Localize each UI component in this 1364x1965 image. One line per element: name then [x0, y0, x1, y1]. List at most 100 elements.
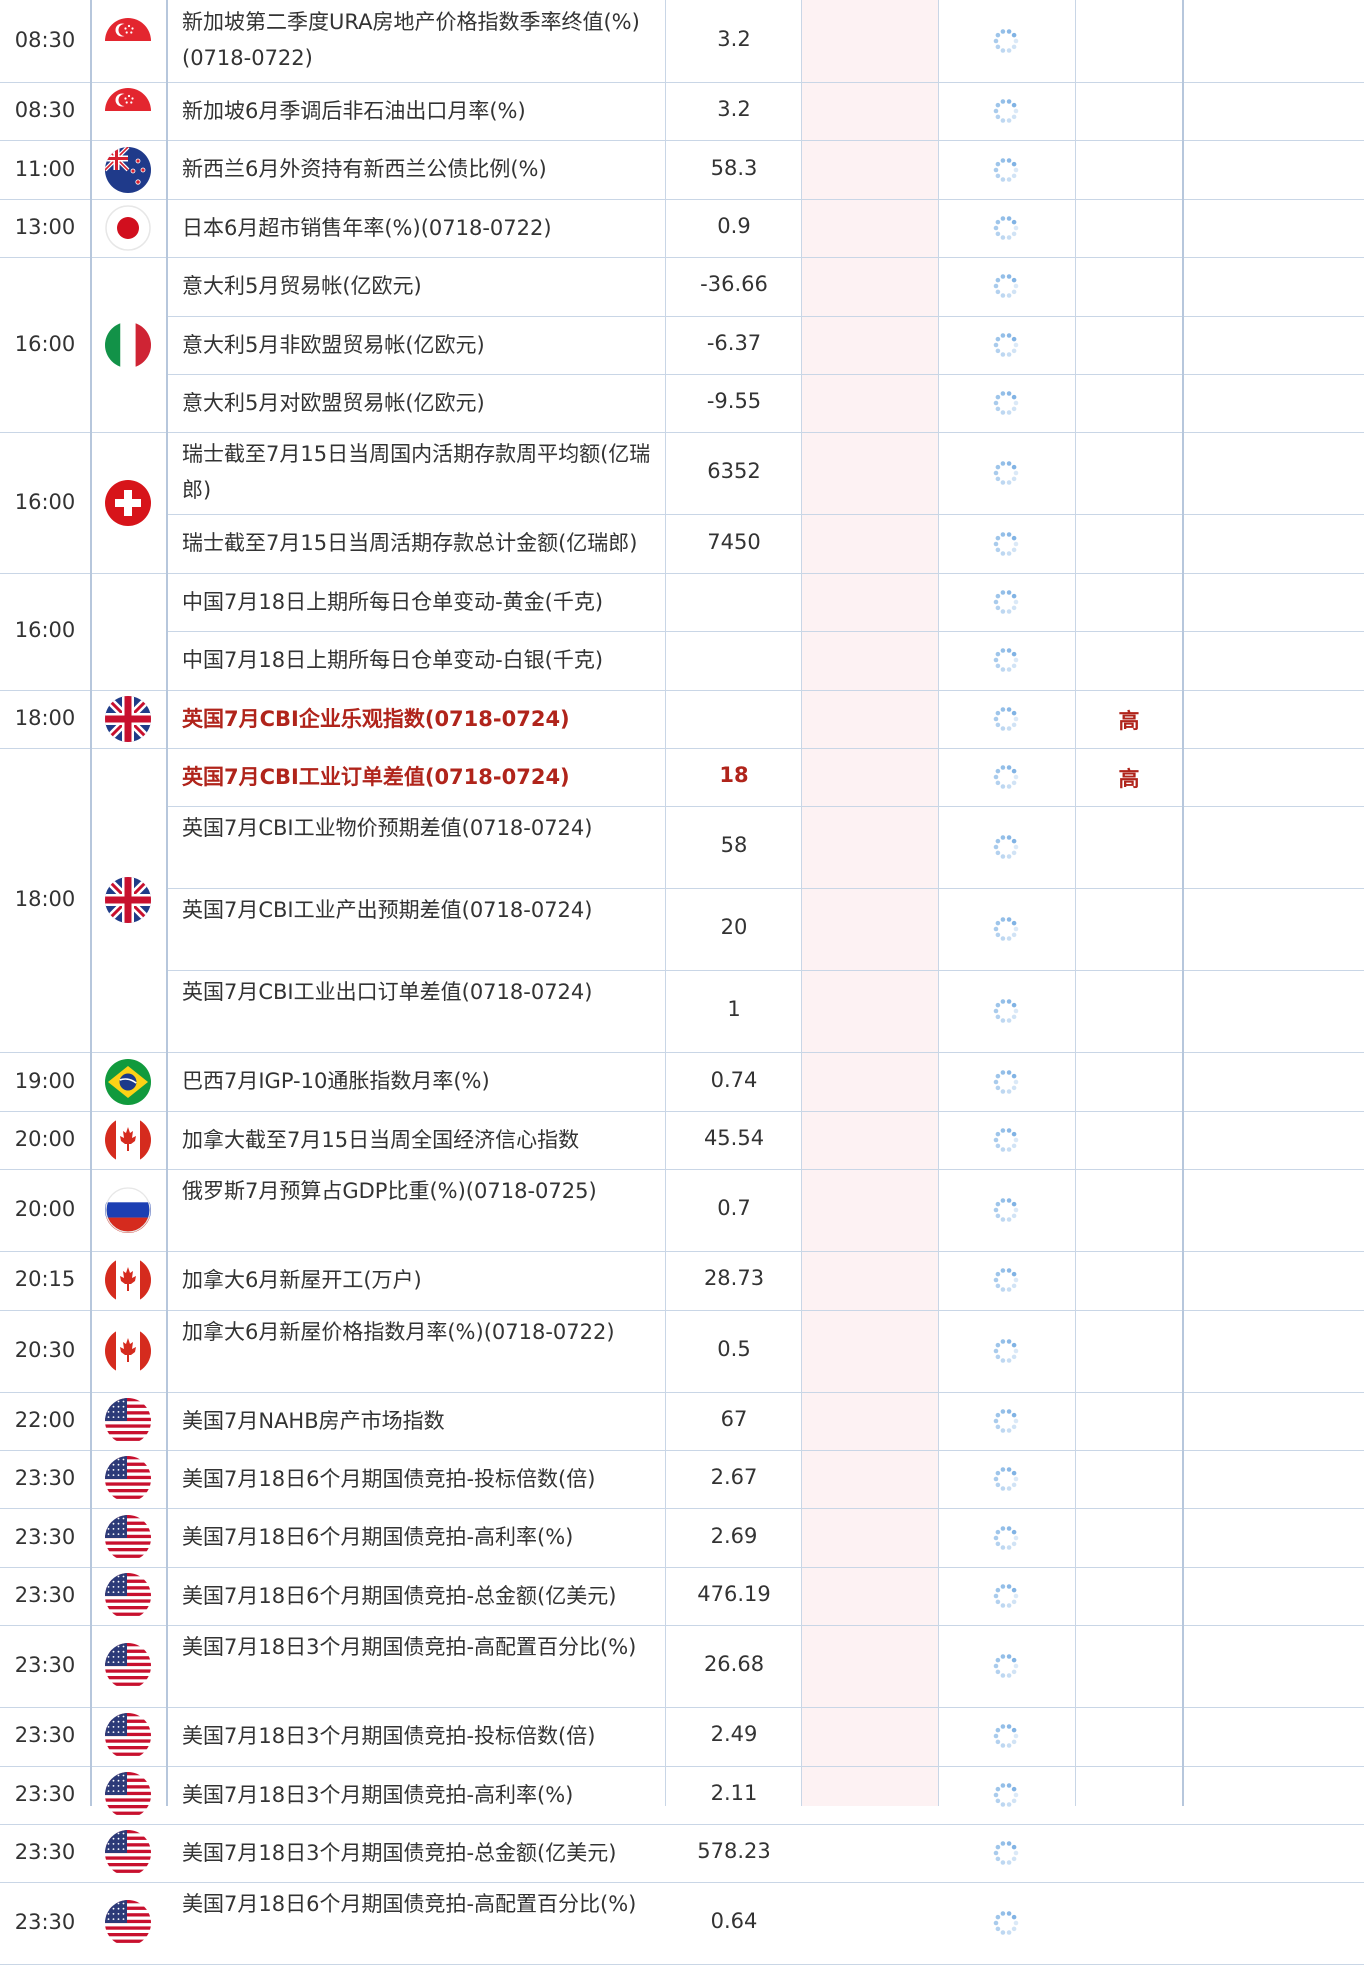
event-name[interactable]: 瑞士截至7月15日当周国内活期存款周平均额(亿瑞郎)	[182, 436, 660, 508]
event-time: 13:00	[14, 215, 76, 239]
event-name[interactable]: 中国7月18日上期所每日仓单变动-白银(千克)	[182, 642, 660, 678]
event-name[interactable]: 英国7月CBI工业物价预期差值(0718-0724)	[182, 810, 660, 846]
previous-value: 3.2	[717, 97, 751, 122]
usa-flag-icon	[105, 1643, 151, 1690]
loading-spinner-icon	[992, 156, 1020, 184]
event-name[interactable]: 美国7月NAHB房产市场指数	[182, 1403, 660, 1439]
row-divider	[166, 888, 1364, 889]
economic-calendar-table: 08:30 新加坡第二季度URA房地产价格指数季率终值(%)(0718-0722)…	[0, 0, 1364, 1965]
usa-flag-icon	[105, 1713, 151, 1760]
row-divider	[166, 806, 1364, 807]
row-divider	[0, 432, 1364, 433]
previous-value: 20	[720, 915, 748, 940]
event-name[interactable]: 美国7月18日3个月期国债竞拍-高配置百分比(%)	[182, 1629, 660, 1665]
event-name[interactable]: 美国7月18日6个月期国债竞拍-总金额(亿美元)	[182, 1578, 660, 1614]
row-divider	[166, 316, 1364, 317]
previous-value: 2.11	[710, 1780, 758, 1805]
event-time: 20:00	[14, 1197, 76, 1222]
previous-value: 3.2	[717, 27, 751, 51]
event-name[interactable]: 巴西7月IGP-10通胀指数月率(%)	[182, 1063, 660, 1099]
event-time: 20:00	[14, 1127, 76, 1151]
event-name[interactable]: 美国7月18日3个月期国债竞拍-投标倍数(倍)	[182, 1718, 660, 1754]
event-name[interactable]: 加拿大6月新屋价格指数月率(%)(0718-0722)	[182, 1314, 660, 1350]
event-time: 18:00	[14, 887, 76, 912]
event-name[interactable]: 英国7月CBI工业出口订单差值(0718-0724)	[182, 974, 660, 1010]
loading-spinner-icon	[992, 705, 1020, 733]
loading-spinner-icon	[992, 27, 1020, 55]
event-name[interactable]: 俄罗斯7月预算占GDP比重(%)(0718-0725)	[182, 1173, 660, 1209]
previous-value: 1	[727, 997, 741, 1022]
event-name[interactable]: 加拿大6月新屋开工(万户)	[182, 1262, 660, 1298]
previous-value: 18	[719, 763, 749, 788]
event-name[interactable]: 中国7月18日上期所每日仓单变动-黄金(千克)	[182, 584, 660, 620]
row-divider	[0, 1824, 1364, 1825]
event-name[interactable]: 意大利5月贸易帐(亿欧元)	[182, 268, 660, 304]
event-name[interactable]: 美国7月18日6个月期国债竞拍-投标倍数(倍)	[182, 1461, 660, 1497]
loading-spinner-icon	[992, 763, 1020, 791]
row-divider	[0, 748, 1364, 749]
switzerland-flag-icon	[105, 479, 151, 526]
event-name[interactable]: 意大利5月对欧盟贸易帐(亿欧元)	[182, 385, 660, 421]
row-divider	[166, 514, 1364, 515]
event-name[interactable]: 美国7月18日6个月期国债竞拍-高利率(%)	[182, 1519, 660, 1555]
previous-value: 45.54	[703, 1126, 765, 1150]
event-time: 20:30	[14, 1337, 76, 1362]
column-divider	[1075, 0, 1076, 1806]
loading-spinner-icon	[992, 214, 1020, 242]
event-time: 23:30	[14, 1840, 76, 1865]
event-time: 23:30	[14, 1466, 76, 1491]
loading-spinner-icon	[992, 530, 1020, 558]
loading-spinner-icon	[992, 1196, 1020, 1224]
loading-spinner-icon	[992, 1839, 1020, 1867]
row-divider	[166, 970, 1364, 971]
event-time: 16:00	[14, 331, 76, 356]
loading-spinner-icon	[992, 459, 1020, 487]
loading-spinner-icon	[992, 1068, 1020, 1096]
previous-value: 476.19	[697, 1582, 771, 1606]
event-name[interactable]: 英国7月CBI工业产出预期差值(0718-0724)	[182, 892, 660, 928]
previous-value: 58	[720, 833, 748, 858]
event-time: 23:30	[14, 1583, 76, 1607]
event-time: 23:30	[14, 1524, 76, 1549]
column-divider	[665, 0, 666, 1806]
column-divider	[938, 0, 939, 1806]
loading-spinner-icon	[992, 1337, 1020, 1365]
event-time: 11:00	[14, 156, 76, 181]
column-divider	[801, 0, 802, 1806]
usa-flag-icon	[105, 1397, 151, 1444]
event-name[interactable]: 加拿大截至7月15日当周全国经济信心指数	[182, 1122, 660, 1158]
uk-flag-icon	[105, 695, 151, 742]
row-divider	[0, 1707, 1364, 1708]
previous-value: 6352	[707, 459, 761, 484]
usa-flag-icon	[105, 1573, 151, 1619]
loading-spinner-icon	[992, 1266, 1020, 1294]
event-name[interactable]: 美国7月18日3个月期国债竞拍-高利率(%)	[182, 1777, 660, 1813]
event-time: 19:00	[14, 1068, 76, 1093]
usa-flag-icon	[105, 1900, 151, 1947]
event-name[interactable]: 新加坡6月季调后非石油出口月率(%)	[182, 93, 660, 129]
row-divider	[0, 1450, 1364, 1451]
row-divider	[0, 257, 1364, 258]
event-name[interactable]: 美国7月18日3个月期国债竞拍-总金额(亿美元)	[182, 1835, 660, 1871]
event-name[interactable]: 英国7月CBI工业订单差值(0718-0724)	[182, 759, 660, 795]
loading-spinner-icon	[992, 1582, 1020, 1610]
russia-flag-icon	[105, 1187, 151, 1234]
row-divider	[0, 1052, 1364, 1053]
previous-value: 578.23	[697, 1839, 771, 1864]
event-name[interactable]: 英国7月CBI企业乐观指数(0718-0724)	[182, 701, 660, 737]
event-name[interactable]: 日本6月超市销售年率(%)(0718-0722)	[182, 210, 660, 246]
row-divider	[0, 1111, 1364, 1112]
previous-value: 28.73	[703, 1266, 765, 1291]
row-divider	[0, 690, 1364, 691]
event-name[interactable]: 美国7月18日6个月期国债竞拍-高配置百分比(%)	[182, 1886, 660, 1922]
event-time: 23:30	[14, 1910, 76, 1935]
column-divider	[166, 0, 168, 1806]
loading-spinner-icon	[992, 331, 1020, 359]
event-time: 23:30	[14, 1723, 76, 1748]
usa-flag-icon	[105, 1830, 151, 1877]
event-name[interactable]: 新西兰6月外资持有新西兰公债比例(%)	[182, 151, 660, 187]
event-name[interactable]: 意大利5月非欧盟贸易帐(亿欧元)	[182, 327, 660, 363]
event-name[interactable]: 瑞士截至7月15日当周活期存款总计金额(亿瑞郎)	[182, 525, 660, 561]
event-time: 20:15	[14, 1267, 76, 1292]
event-name[interactable]: 新加坡第二季度URA房地产价格指数季率终值(%)(0718-0722)	[182, 4, 660, 76]
